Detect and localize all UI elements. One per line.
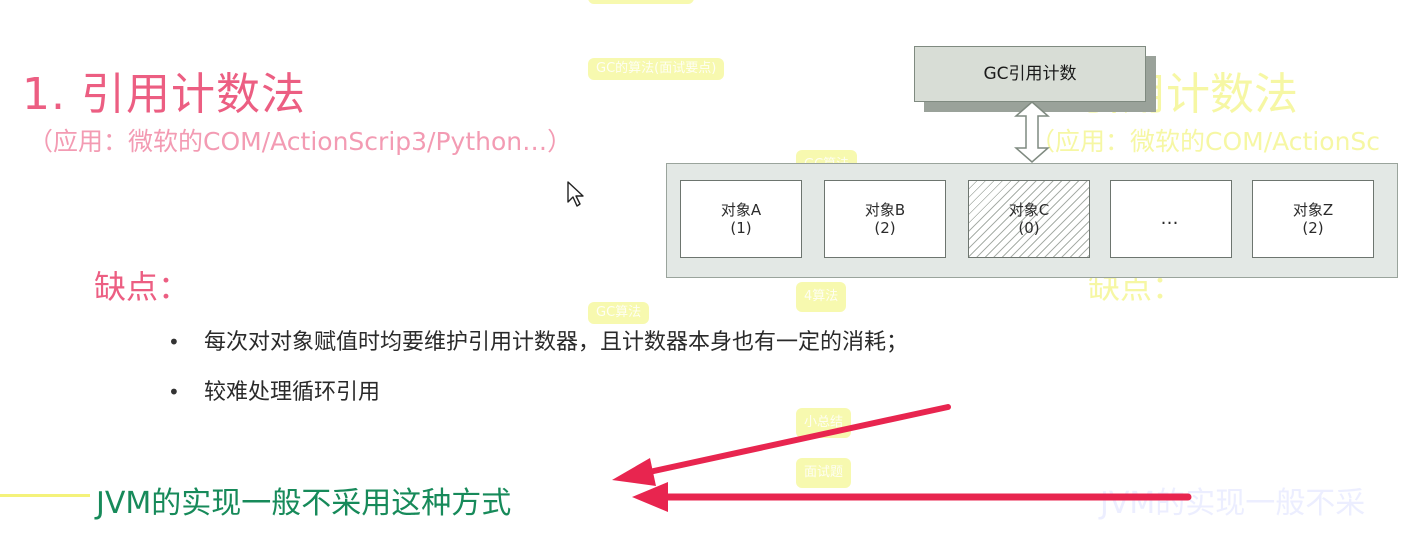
red-arrow-icon xyxy=(632,482,1192,512)
annotation-arrows xyxy=(612,404,1192,512)
red-arrow-icon xyxy=(612,404,951,486)
